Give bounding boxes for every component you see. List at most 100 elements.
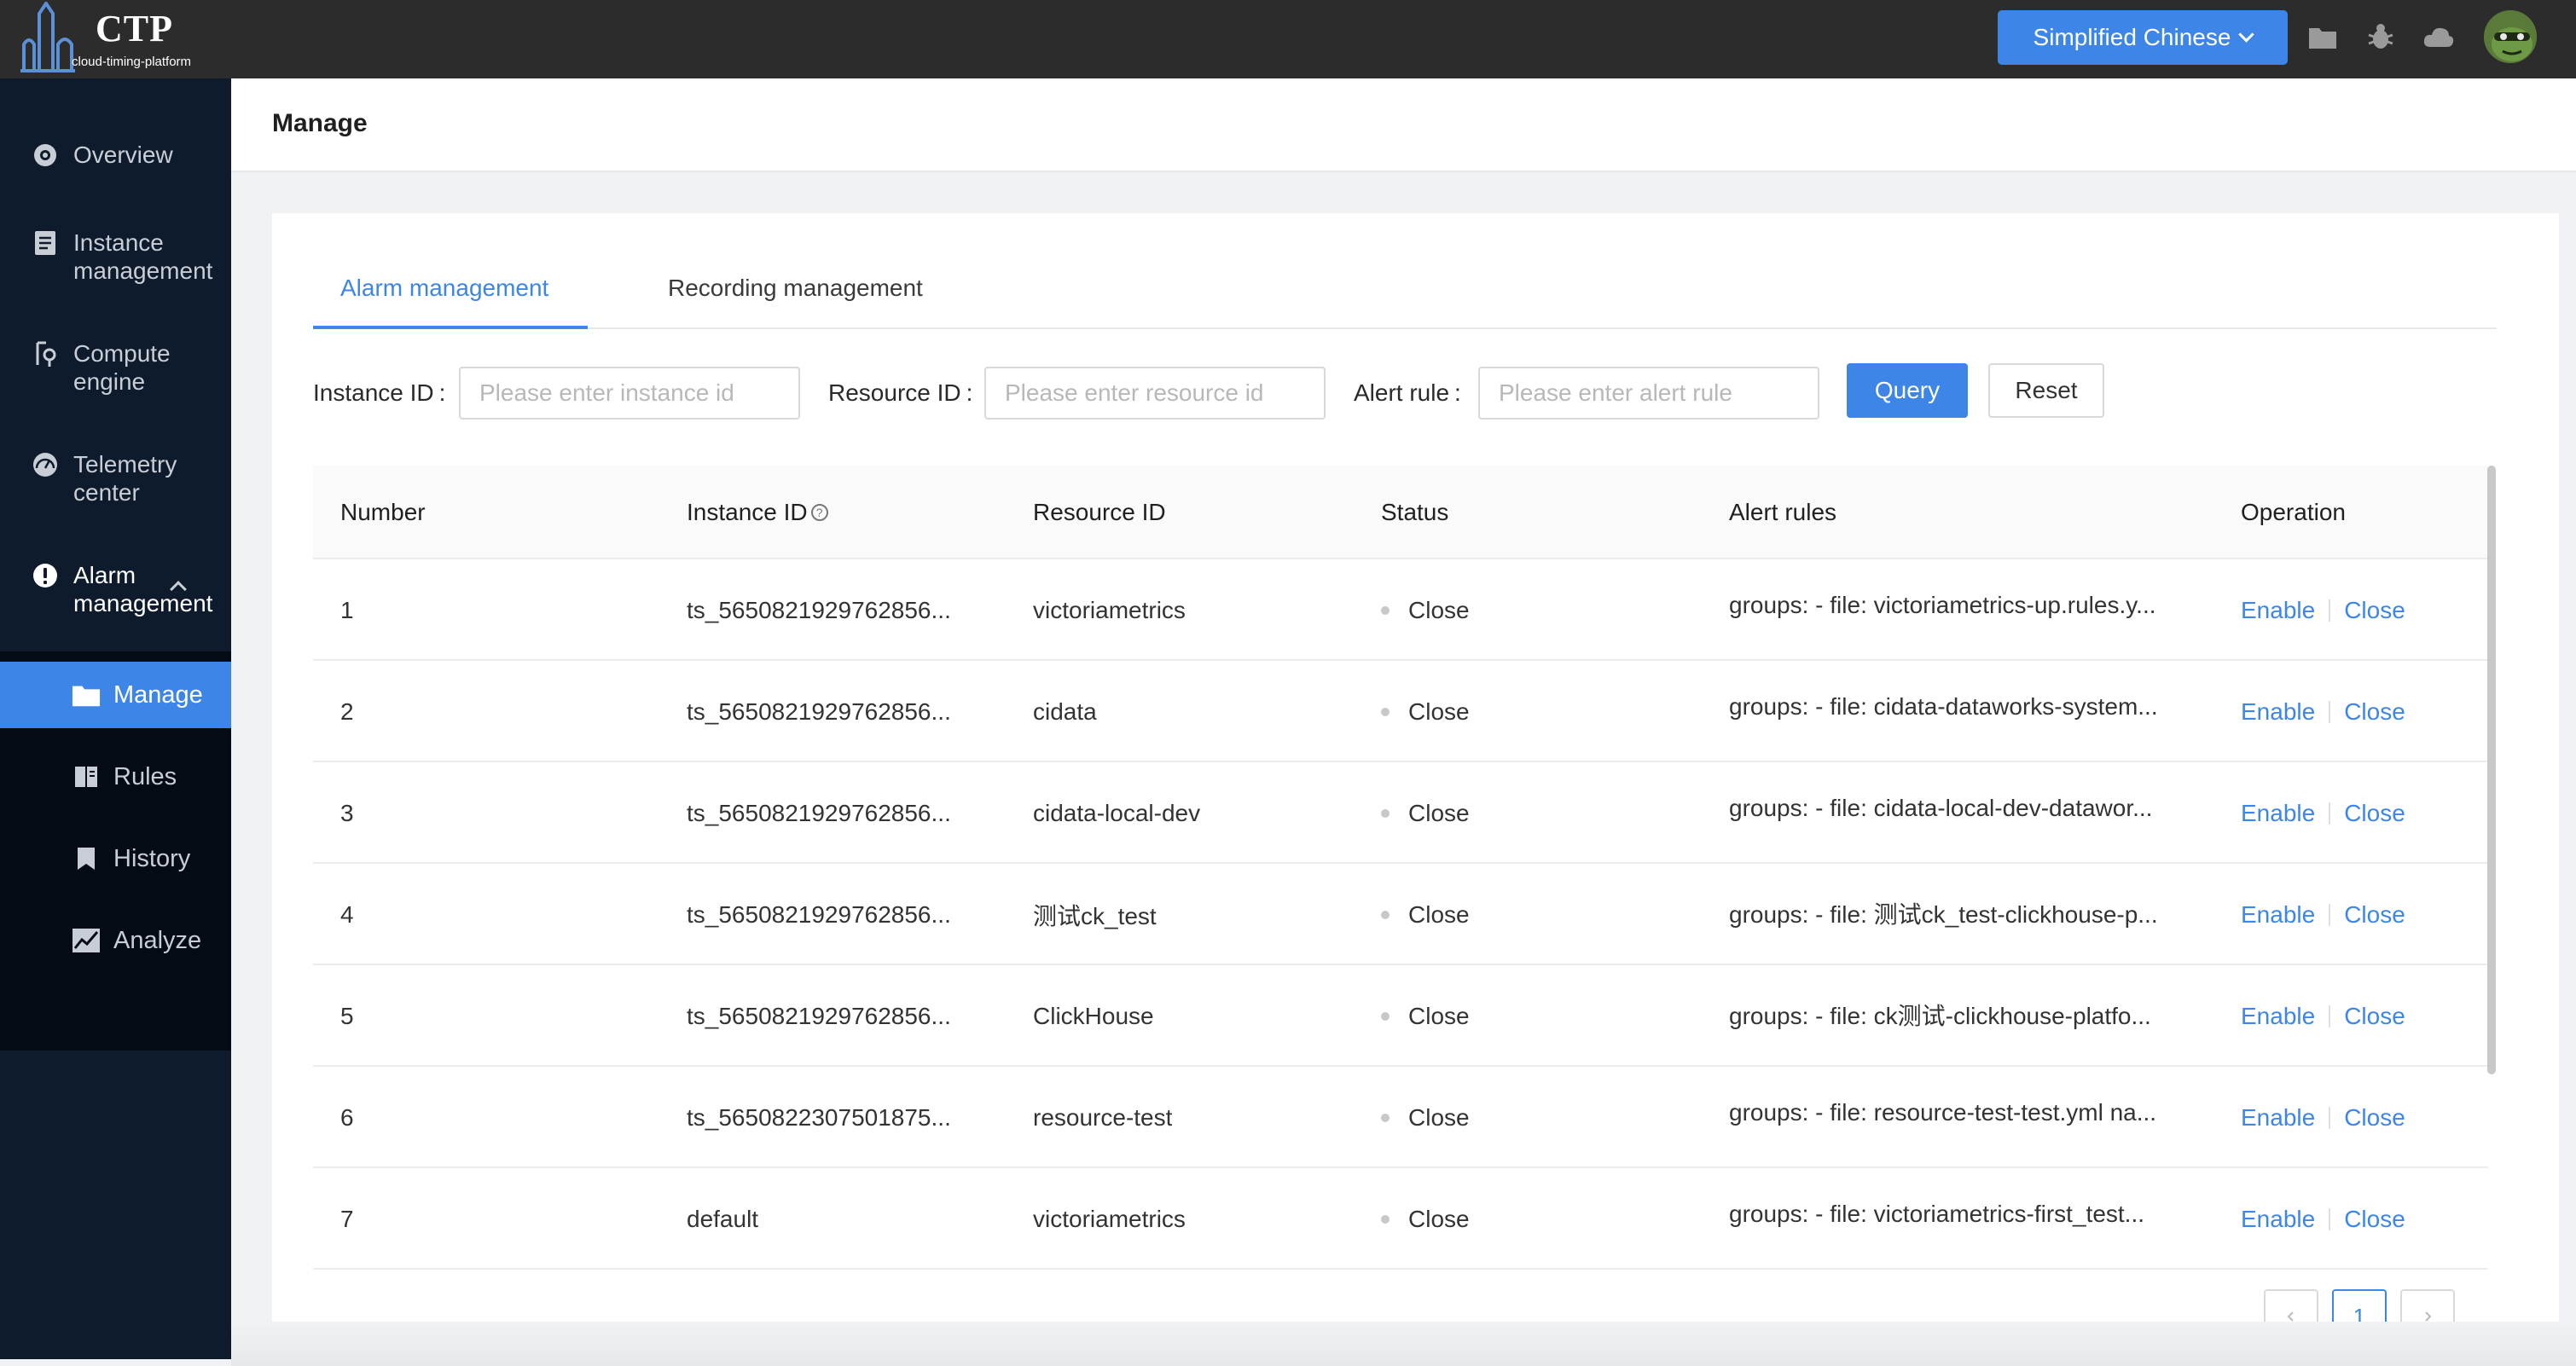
table-row: 1 ts_5650821929762856... victoriametrics Cl… bbox=[313, 559, 2488, 661]
table-row: 5 ts_5650821929762856... ClickHouse Close gr… bbox=[313, 965, 2488, 1067]
active-tab-indicator bbox=[313, 326, 588, 329]
top-bar: CTP cloud-timing-platform Simplified Chi… bbox=[0, 0, 2576, 78]
status-dot-icon bbox=[1381, 605, 1390, 615]
language-select-button[interactable]: Simplified Chinese bbox=[1998, 10, 2288, 65]
sidebar-item-overview[interactable]: Overview bbox=[0, 138, 231, 172]
cell-status: Close bbox=[1381, 559, 1470, 661]
sidebar-item-label-line1: Instance bbox=[73, 229, 164, 256]
alarm-submenu: Manage Rules History Analyze bbox=[0, 651, 231, 1051]
label-colon: : bbox=[438, 379, 446, 406]
status-dot-icon bbox=[1381, 1214, 1390, 1224]
tab-alarm-management[interactable]: Alarm management bbox=[340, 275, 548, 302]
ctp-logo[interactable]: CTP cloud-timing-platform bbox=[19, 2, 206, 73]
alert-rule-input[interactable] bbox=[1478, 367, 1819, 420]
status-dot-icon bbox=[1381, 1011, 1390, 1021]
status-dot-icon bbox=[1381, 910, 1390, 919]
cell-resource-id: cidata bbox=[1033, 697, 1097, 725]
close-link[interactable]: Close bbox=[2344, 698, 2405, 726]
chevron-right-icon bbox=[2425, 1311, 2432, 1322]
cell-alert-rules: groups: - file: resource-test-test.yml n… bbox=[1729, 1099, 2157, 1126]
cell-alert-rules: groups: - file: 测试ck_test-clickhouse-p..… bbox=[1729, 901, 2158, 928]
column-header-resource-id: Resource ID bbox=[1033, 499, 1166, 525]
enable-link[interactable]: Enable bbox=[2241, 1104, 2315, 1132]
cell-status: Close bbox=[1381, 1067, 1470, 1168]
close-link[interactable]: Close bbox=[2344, 901, 2405, 929]
resource-id-label: Resource ID bbox=[828, 379, 961, 406]
cell-status: Close bbox=[1381, 864, 1470, 965]
divider bbox=[2329, 1106, 2331, 1129]
sidebar-item-label-line2: management bbox=[73, 258, 213, 284]
cell-alert-rules: groups: - file: cidata-dataworks-system.… bbox=[1729, 693, 2158, 720]
cell-alert-rules: groups: - file: ck测试-clickhouse-platfo..… bbox=[1729, 1003, 2151, 1029]
sidebar-item-compute-engine[interactable]: Compute engine bbox=[0, 339, 231, 399]
cell-number: 3 bbox=[340, 799, 354, 826]
column-header-status: Status bbox=[1381, 499, 1449, 525]
sidebar-item-telemetry-center[interactable]: Telemetry center bbox=[0, 450, 231, 510]
sidebar-item-analyze[interactable]: Analyze bbox=[0, 907, 231, 974]
cell-instance-id: ts_5650821929762856... bbox=[687, 697, 951, 725]
sidebar-item-alarm-management[interactable]: Alarm management bbox=[0, 561, 231, 621]
bug-icon[interactable] bbox=[2363, 19, 2399, 55]
table-row: 2 ts_5650821929762856... cidata Close groups… bbox=[313, 661, 2488, 762]
cell-instance-id: ts_5650821929762856... bbox=[687, 596, 951, 623]
cell-operation: Enable Close bbox=[2241, 762, 2405, 864]
sidebar-item-label-line2: management bbox=[73, 590, 213, 616]
divider bbox=[2329, 802, 2331, 825]
close-link[interactable]: Close bbox=[2344, 1206, 2405, 1233]
enable-link[interactable]: Enable bbox=[2241, 1206, 2315, 1233]
divider bbox=[2329, 1004, 2331, 1027]
close-link[interactable]: Close bbox=[2344, 1104, 2405, 1132]
sidebar-item-rules[interactable]: Rules bbox=[0, 744, 231, 810]
close-link[interactable]: Close bbox=[2344, 597, 2405, 624]
cloud-icon[interactable] bbox=[2421, 19, 2457, 55]
cell-resource-id: victoriametrics bbox=[1033, 1205, 1186, 1232]
enable-link[interactable]: Enable bbox=[2241, 901, 2315, 929]
divider bbox=[2329, 903, 2331, 926]
document-icon bbox=[31, 229, 60, 258]
enable-link[interactable]: Enable bbox=[2241, 597, 2315, 624]
instance-id-input[interactable] bbox=[459, 367, 800, 420]
sidebar-item-label: Overview bbox=[73, 142, 173, 168]
table-row: 6 ts_5650822307501875... resource-test Clos… bbox=[313, 1067, 2488, 1168]
status-dot-icon bbox=[1381, 808, 1390, 818]
tab-bar: Alarm management Recording management bbox=[313, 264, 2497, 329]
reset-button[interactable]: Reset bbox=[1988, 363, 2104, 418]
chevron-left-icon bbox=[2287, 1311, 2294, 1322]
enable-link[interactable]: Enable bbox=[2241, 800, 2315, 827]
enable-link[interactable]: Enable bbox=[2241, 698, 2315, 726]
close-link[interactable]: Close bbox=[2344, 800, 2405, 827]
sidebar-item-label-line1: Alarm bbox=[73, 562, 136, 588]
chevron-down-icon bbox=[2238, 26, 2255, 43]
enable-link[interactable]: Enable bbox=[2241, 1003, 2315, 1030]
folder-icon[interactable] bbox=[2305, 19, 2341, 55]
brand-title: CTP bbox=[96, 8, 173, 49]
divider bbox=[2329, 1207, 2331, 1230]
avatar[interactable] bbox=[2482, 9, 2538, 65]
cell-resource-id: 测试ck_test bbox=[1033, 902, 1157, 929]
sidebar-item-label-line2: center bbox=[73, 479, 140, 506]
cell-instance-id: ts_5650821929762856... bbox=[687, 799, 951, 826]
sidebar-item-history[interactable]: History bbox=[0, 825, 231, 892]
alert-rule-label: Alert rule bbox=[1354, 379, 1450, 406]
sidebar-item-manage[interactable]: Manage bbox=[0, 662, 231, 728]
language-label: Simplified Chinese bbox=[2033, 24, 2231, 50]
resource-id-input[interactable] bbox=[984, 367, 1326, 420]
close-link[interactable]: Close bbox=[2344, 1003, 2405, 1030]
status-text: Close bbox=[1408, 799, 1470, 826]
cell-resource-id: cidata-local-dev bbox=[1033, 799, 1201, 826]
cell-status: Close bbox=[1381, 661, 1470, 762]
table-scrollbar[interactable] bbox=[2487, 466, 2496, 1074]
query-button[interactable]: Query bbox=[1847, 363, 1968, 418]
cell-resource-id: resource-test bbox=[1033, 1103, 1173, 1131]
cell-instance-id: ts_5650821929762856... bbox=[687, 1002, 951, 1029]
sidebar-item-instance-management[interactable]: Instance management bbox=[0, 229, 231, 288]
status-text: Close bbox=[1408, 596, 1470, 623]
tab-recording-management[interactable]: Recording management bbox=[668, 275, 923, 302]
cell-instance-id: ts_5650821929762856... bbox=[687, 900, 951, 928]
cell-operation: Enable Close bbox=[2241, 864, 2405, 965]
table-row: 4 ts_5650821929762856... 测试ck_test Close gro… bbox=[313, 864, 2488, 965]
help-icon[interactable]: ? bbox=[810, 504, 828, 521]
cell-resource-id: victoriametrics bbox=[1033, 596, 1186, 623]
page-title: Manage bbox=[272, 109, 368, 137]
divider bbox=[2329, 599, 2331, 622]
